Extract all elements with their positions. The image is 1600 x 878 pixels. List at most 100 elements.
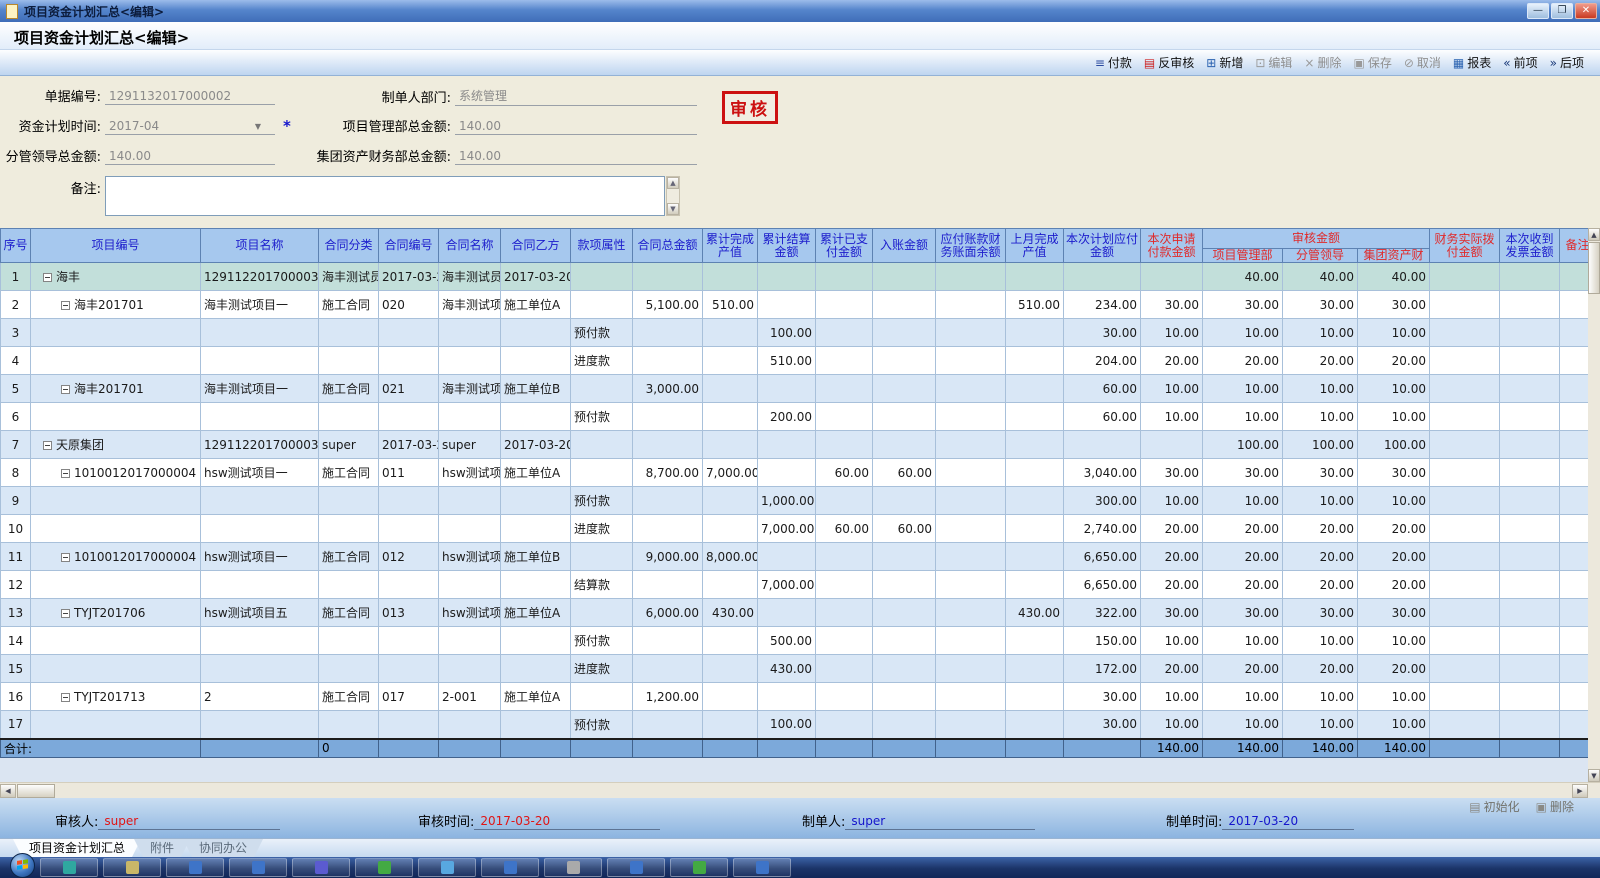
cell-finance_pay[interactable]: [1430, 459, 1500, 487]
cell-paid_amt[interactable]: 60.00: [816, 515, 873, 543]
cell-remark[interactable]: [1560, 291, 1588, 319]
cell-payable_balance[interactable]: [936, 403, 1006, 431]
cell-contract_type[interactable]: 施工合同: [319, 599, 379, 627]
cell-plan_pay[interactable]: 234.00: [1064, 291, 1141, 319]
taskbar-item[interactable]: [40, 858, 98, 877]
cell-plan_pay[interactable]: 3,040.00: [1064, 459, 1141, 487]
cell-contract_no[interactable]: 011: [379, 459, 439, 487]
cell-contract_name[interactable]: [439, 627, 501, 655]
cell-audit_leader[interactable]: 20.00: [1283, 543, 1358, 571]
tree-collapse-icon[interactable]: [61, 469, 70, 478]
cell-booked_amt[interactable]: [873, 599, 936, 627]
cell-audit_pm[interactable]: 10.00: [1203, 319, 1283, 347]
table-row[interactable]: 3预付款100.0030.0010.0010.0010.0010.00: [1, 319, 1589, 347]
cell-paid_amt[interactable]: [816, 291, 873, 319]
cell-code[interactable]: 1010012017000004: [31, 543, 201, 571]
tree-collapse-icon[interactable]: [61, 553, 70, 562]
cell-booked_amt[interactable]: [873, 543, 936, 571]
cell-contract_name[interactable]: [439, 515, 501, 543]
cell-name[interactable]: [201, 403, 319, 431]
cell-contract_total[interactable]: [633, 431, 703, 459]
pay-button[interactable]: ≡付款: [1089, 52, 1138, 73]
cell-done_value[interactable]: 8,000.00: [703, 543, 758, 571]
cell-code[interactable]: 海丰201701: [31, 291, 201, 319]
cell-done_value[interactable]: [703, 263, 758, 291]
remark-textarea[interactable]: [105, 176, 665, 216]
cell-payable_balance[interactable]: [936, 431, 1006, 459]
cell-plan_pay[interactable]: 60.00: [1064, 375, 1141, 403]
cell-contract_total[interactable]: 8,700.00: [633, 459, 703, 487]
cell-contract_name[interactable]: 海丰测试员: [439, 263, 501, 291]
cell-contract_no[interactable]: 2017-03-2: [379, 263, 439, 291]
cell-plan_pay[interactable]: [1064, 431, 1141, 459]
cell-contract_name[interactable]: [439, 487, 501, 515]
table-row[interactable]: 5海丰201701海丰测试项目一施工合同021海丰测试项目施工单位B3,000.…: [1, 375, 1589, 403]
cell-seq[interactable]: 11: [1, 543, 31, 571]
cell-party_b[interactable]: [501, 403, 571, 431]
cell-audit_group[interactable]: 20.00: [1358, 347, 1430, 375]
cell-payable_balance[interactable]: [936, 291, 1006, 319]
cell-plan_pay[interactable]: 2,740.00: [1064, 515, 1141, 543]
cell-done_value[interactable]: [703, 319, 758, 347]
cell-audit_leader[interactable]: 10.00: [1283, 375, 1358, 403]
cell-audit_pm[interactable]: 30.00: [1203, 459, 1283, 487]
cell-code[interactable]: [31, 627, 201, 655]
cell-audit_group[interactable]: 30.00: [1358, 291, 1430, 319]
cell-invoice_amt[interactable]: [1500, 347, 1560, 375]
cell-seq[interactable]: 1: [1, 263, 31, 291]
cell-party_b[interactable]: 施工单位A: [501, 459, 571, 487]
cell-name[interactable]: 1291122017000035: [201, 263, 319, 291]
cell-name[interactable]: hsw测试项目一: [201, 459, 319, 487]
cell-contract_total[interactable]: [633, 403, 703, 431]
cell-contract_no[interactable]: [379, 487, 439, 515]
cell-contract_type[interactable]: 海丰测试员: [319, 263, 379, 291]
cell-name[interactable]: hsw测试项目五: [201, 599, 319, 627]
cell-remark[interactable]: [1560, 515, 1588, 543]
cell-finance_pay[interactable]: [1430, 347, 1500, 375]
cell-payment_type[interactable]: 进度款: [571, 655, 633, 683]
cell-code[interactable]: [31, 319, 201, 347]
cell-seq[interactable]: 3: [1, 319, 31, 347]
cell-code[interactable]: [31, 403, 201, 431]
cell-seq[interactable]: 5: [1, 375, 31, 403]
taskbar-item[interactable]: [670, 858, 728, 877]
cell-payment_type[interactable]: [571, 543, 633, 571]
cell-seq[interactable]: 13: [1, 599, 31, 627]
cell-last_month_value[interactable]: [1006, 487, 1064, 515]
cell-last_month_value[interactable]: [1006, 655, 1064, 683]
cell-contract_name[interactable]: super: [439, 431, 501, 459]
cell-done_value[interactable]: [703, 571, 758, 599]
cell-settle_amt[interactable]: [758, 543, 816, 571]
cell-party_b[interactable]: 施工单位A: [501, 683, 571, 711]
cell-name[interactable]: 海丰测试项目一: [201, 375, 319, 403]
cell-settle_amt[interactable]: 500.00: [758, 627, 816, 655]
cell-finance_pay[interactable]: [1430, 291, 1500, 319]
cell-plan_pay[interactable]: 204.00: [1064, 347, 1141, 375]
cell-code[interactable]: [31, 487, 201, 515]
cell-seq[interactable]: 2: [1, 291, 31, 319]
tree-collapse-icon[interactable]: [61, 693, 70, 702]
cell-audit_leader[interactable]: 10.00: [1283, 319, 1358, 347]
cell-booked_amt[interactable]: [873, 375, 936, 403]
table-row[interactable]: 12结算款7,000.006,650.0020.0020.0020.0020.0…: [1, 571, 1589, 599]
cell-payable_balance[interactable]: [936, 571, 1006, 599]
cell-plan_pay[interactable]: 322.00: [1064, 599, 1141, 627]
cell-remark[interactable]: [1560, 403, 1588, 431]
cell-plan_pay[interactable]: 300.00: [1064, 487, 1141, 515]
tree-collapse-icon[interactable]: [61, 301, 70, 310]
cell-payment_type[interactable]: 预付款: [571, 319, 633, 347]
cell-name[interactable]: [201, 711, 319, 739]
cell-party_b[interactable]: [501, 655, 571, 683]
taskbar-item[interactable]: [733, 858, 791, 877]
cell-contract_type[interactable]: [319, 319, 379, 347]
table-row[interactable]: 81010012017000004hsw测试项目一施工合同011hsw测试项目施…: [1, 459, 1589, 487]
cell-code[interactable]: [31, 515, 201, 543]
cell-party_b[interactable]: 2017-03-20: [501, 431, 571, 459]
cell-plan_pay[interactable]: 6,650.00: [1064, 543, 1141, 571]
cell-contract_total[interactable]: [633, 655, 703, 683]
cell-booked_amt[interactable]: [873, 711, 936, 739]
cell-done_value[interactable]: [703, 711, 758, 739]
cell-party_b[interactable]: [501, 515, 571, 543]
cell-audit_pm[interactable]: 10.00: [1203, 683, 1283, 711]
scroll-right-icon[interactable]: ▶: [1572, 784, 1588, 798]
